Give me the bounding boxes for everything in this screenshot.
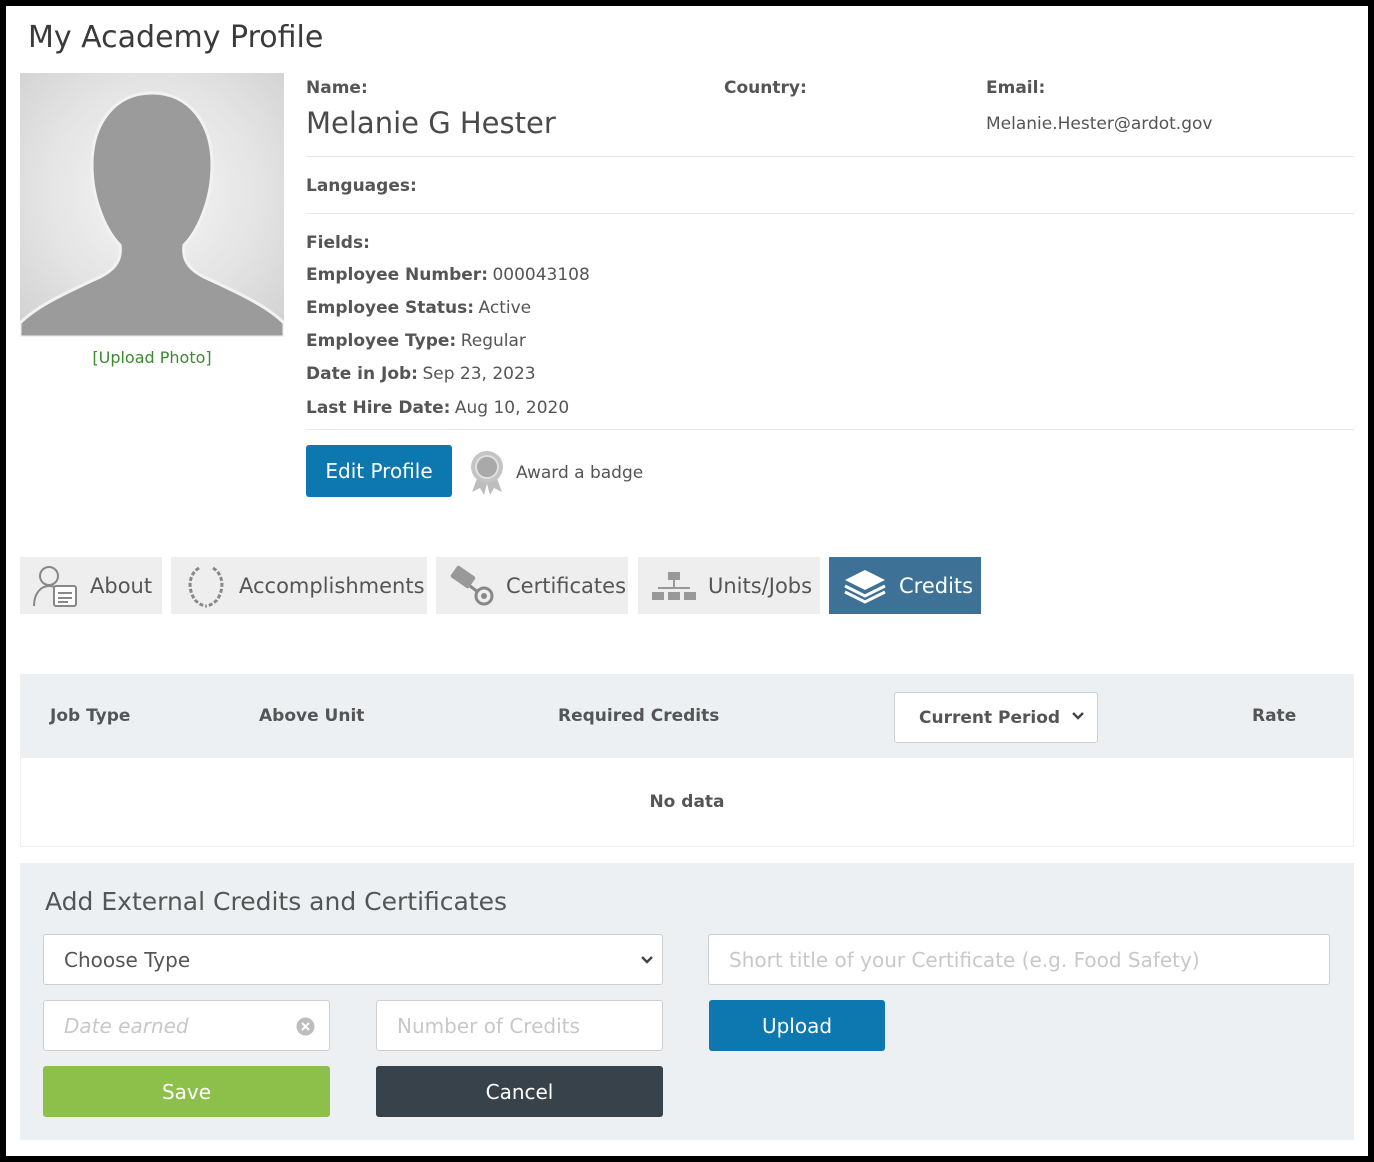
upload-photo-link[interactable]: [Upload Photo] [20,348,284,367]
user-card-icon [33,565,77,607]
laurel-icon [188,566,224,607]
chevron-down-icon [641,956,653,964]
tab-label: Certificates [506,573,627,598]
languages-label: Languages: [306,176,417,196]
page-frame: My Academy Profile [Upload Photo] Name: … [0,0,1374,1162]
org-chart-icon [652,571,696,600]
field-label: Employee Type: [306,331,457,351]
empty-state: No data [649,792,725,812]
edit-profile-button[interactable]: Edit Profile [306,445,452,497]
period-select[interactable]: Current Period [894,692,1098,743]
number-of-credits-placeholder: Number of Credits [397,1013,580,1038]
column-rate: Rate [1252,706,1297,726]
field-last-hire-date: Last Hire Date: Aug 10, 2020 [306,398,569,418]
date-earned-placeholder: Date earned [64,1013,189,1038]
tab-certificates[interactable]: Certificates [436,557,628,614]
name-label: Name: [306,78,368,98]
field-label: Employee Status: [306,298,475,318]
field-date-in-job: Date in Job: Sep 23, 2023 [306,364,536,384]
upload-button[interactable]: Upload [709,1000,885,1051]
field-value: Active [478,298,532,318]
tab-accomplishments[interactable]: Accomplishments [171,557,427,614]
certificate-icon [450,565,494,605]
divider [306,213,1354,214]
type-select[interactable]: Choose Type [43,934,663,985]
number-of-credits-input[interactable]: Number of Credits [376,1000,663,1051]
email-value: Melanie.Hester@ardot.gov [986,114,1213,134]
column-required-credits: Required Credits [558,706,720,726]
credits-table-body: No data [20,758,1354,847]
award-badge-link[interactable]: Award a badge [468,450,643,496]
field-label: Employee Number: [306,265,488,285]
field-value: Aug 10, 2020 [454,398,570,418]
credits-table-header: Job Type Above Unit Required Credits Cur… [20,674,1354,758]
tab-credits[interactable]: Credits [829,557,981,614]
tab-units-jobs[interactable]: Units/Jobs [638,557,820,614]
period-select-value: Current Period [919,707,1061,728]
divider [306,429,1354,430]
clear-icon[interactable] [296,1017,315,1036]
save-button[interactable]: Save [43,1066,330,1117]
external-credits-panel: Add External Credits and Certificates Ch… [20,863,1354,1140]
field-employee-status: Employee Status: Active [306,298,531,318]
fields-label: Fields: [306,233,370,253]
profile-photo [20,73,284,337]
field-value: Regular [460,331,526,351]
layers-icon [844,569,886,604]
column-job-type: Job Type [50,706,131,726]
external-credits-title: Add External Credits and Certificates [45,887,508,916]
type-select-value: Choose Type [64,947,191,972]
chevron-down-icon [1072,712,1084,720]
country-label: Country: [724,78,807,98]
field-label: Last Hire Date: [306,398,451,418]
divider [306,156,1354,157]
date-earned-input[interactable]: Date earned [43,1000,330,1051]
award-badge-label: Award a badge [516,463,644,483]
tab-about[interactable]: About [20,557,162,614]
tab-label: Accomplishments [239,573,425,598]
avatar-silhouette-icon [20,91,284,337]
field-label: Date in Job: [306,364,418,384]
certificate-title-input[interactable]: Short title of your Certificate (e.g. Fo… [708,934,1330,985]
field-value: Sep 23, 2023 [422,364,536,384]
field-employee-number: Employee Number: 000043108 [306,265,590,285]
cancel-button[interactable]: Cancel [376,1066,663,1117]
column-above-unit: Above Unit [259,706,365,726]
badge-icon [471,451,503,495]
email-label: Email: [986,78,1046,98]
tab-label: Units/Jobs [708,573,813,598]
profile-name: Melanie G Hester [306,106,556,140]
certificate-title-placeholder: Short title of your Certificate (e.g. Fo… [729,947,1200,972]
tab-label: Credits [899,573,974,598]
page-title: My Academy Profile [28,20,324,55]
field-employee-type: Employee Type: Regular [306,331,526,351]
tab-label: About [90,573,153,598]
field-value: 000043108 [492,265,590,285]
